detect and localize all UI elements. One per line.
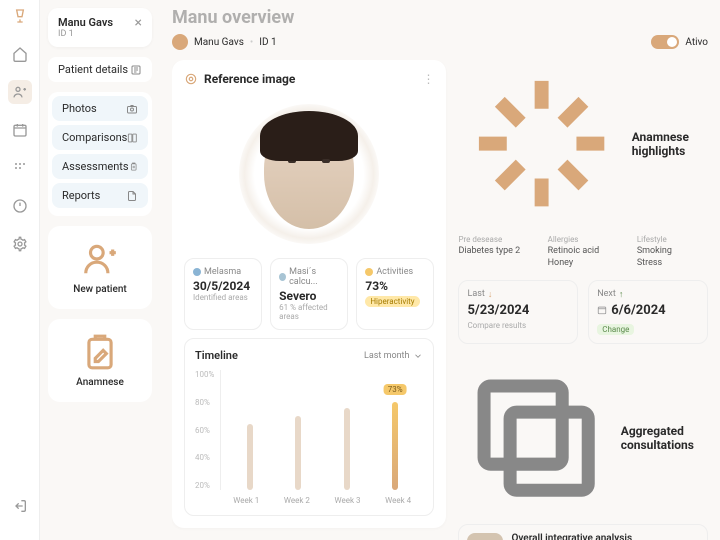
topbar: Manu overview xyxy=(172,0,708,34)
logo-icon xyxy=(8,4,32,28)
clipboard-icon xyxy=(129,161,138,173)
timeline-chart: Timeline Last month 100%80%60%40%20% 73%… xyxy=(184,338,434,516)
anamnese-tile[interactable]: Anamnese xyxy=(48,319,152,402)
patient-id: ID 1 xyxy=(58,29,113,39)
sidebar-item-reports[interactable]: Reports xyxy=(52,183,148,208)
chart-yaxis: 100%80%60%40%20% xyxy=(195,370,220,490)
status-toggle-wrap: Ativo xyxy=(651,35,708,49)
next-date-box[interactable]: Next↑ 6/6/2024 Change xyxy=(588,280,708,344)
avatar xyxy=(172,34,188,50)
reference-image-card: Reference image ⋮ Melasma 30/5/2024 Iden… xyxy=(172,60,446,528)
patient-name: Manu Gavs xyxy=(58,16,113,29)
patient-chip: Manu Gavs ID 1 × xyxy=(48,8,152,47)
calendar-small-icon xyxy=(597,305,607,315)
chart-bar[interactable] xyxy=(344,408,350,490)
anamnese-predisease: Pre deseaseDiabetes type 2 xyxy=(458,235,529,269)
status-toggle[interactable] xyxy=(651,35,679,49)
sidebar-item-details[interactable]: Patient details xyxy=(48,57,152,82)
camera-icon xyxy=(126,103,138,115)
chart-bar[interactable]: 73% xyxy=(392,402,398,490)
chart-xaxis: Week 1Week 2Week 3Week 4 xyxy=(195,496,423,505)
home-icon[interactable] xyxy=(8,42,32,66)
arrow-up-icon: ↑ xyxy=(619,289,624,300)
file-icon xyxy=(126,190,138,202)
sidebar-item-assessments[interactable]: Assessments xyxy=(52,154,148,179)
logout-icon[interactable] xyxy=(8,494,32,518)
avatar xyxy=(467,533,503,540)
close-icon[interactable]: × xyxy=(135,16,142,30)
sidebar-item-comparisons[interactable]: Comparisons xyxy=(52,125,148,150)
chart-bar[interactable] xyxy=(247,424,253,490)
anamnese-allergies: AllergiesRetinoic acidHoney xyxy=(548,235,619,269)
clipboard-edit-icon xyxy=(81,333,119,371)
chart-bar[interactable] xyxy=(295,416,301,490)
sparkle-icon xyxy=(458,60,625,227)
sidebar-item-photos[interactable]: Photos xyxy=(52,96,148,121)
alert-icon[interactable] xyxy=(8,194,32,218)
page-title: Manu overview xyxy=(172,7,294,28)
sidebar-sublist: Photos Comparisons Assessments Reports xyxy=(48,92,152,216)
breadcrumb: Manu Gavs • ID 1 xyxy=(172,34,277,50)
anamnese-section: Anamnese highlights Pre deseaseDiabetes … xyxy=(458,60,708,344)
target-icon xyxy=(184,72,198,86)
stats-row: Melasma 30/5/2024 Identified areas Masi´… xyxy=(184,258,434,330)
more-icon[interactable]: ⋮ xyxy=(422,72,434,86)
add-user-icon xyxy=(81,240,119,278)
consultations-section: Aggregated consultations Overall integra… xyxy=(458,360,708,540)
stat-melasma[interactable]: Melasma 30/5/2024 Identified areas xyxy=(184,258,262,330)
sidebar: Manu Gavs ID 1 × Patient details Photos … xyxy=(40,0,160,540)
timeline-range-select[interactable]: Last month xyxy=(364,351,423,361)
calendar-icon[interactable] xyxy=(8,118,32,142)
patients-icon[interactable] xyxy=(8,80,32,104)
reference-image xyxy=(184,94,434,258)
stat-activities[interactable]: Activities 73% Hiperactivity xyxy=(356,258,434,330)
nav-rail xyxy=(0,0,40,540)
new-patient-tile[interactable]: New patient xyxy=(48,226,152,309)
layers-icon xyxy=(458,360,614,516)
anamnese-lifestyle: LifestyleSmokingStress xyxy=(637,235,708,269)
compare-icon xyxy=(127,132,138,144)
chart-bars: 73% xyxy=(220,370,423,490)
chevron-down-icon xyxy=(413,351,423,361)
stat-masi[interactable]: Masi´s calcu... Severo 61 % affected are… xyxy=(270,258,348,330)
last-date-box[interactable]: Last↓ 5/23/2024 Compare results xyxy=(458,280,578,344)
arrow-down-icon: ↓ xyxy=(488,289,493,300)
main: Manu overview Manu Gavs • ID 1 Ativo Ref… xyxy=(160,0,720,540)
settings-icon[interactable] xyxy=(8,232,32,256)
consultation-item[interactable]: Overall integrative analysis with Helen … xyxy=(458,524,708,540)
apps-icon[interactable] xyxy=(8,156,32,180)
details-icon xyxy=(130,64,142,76)
